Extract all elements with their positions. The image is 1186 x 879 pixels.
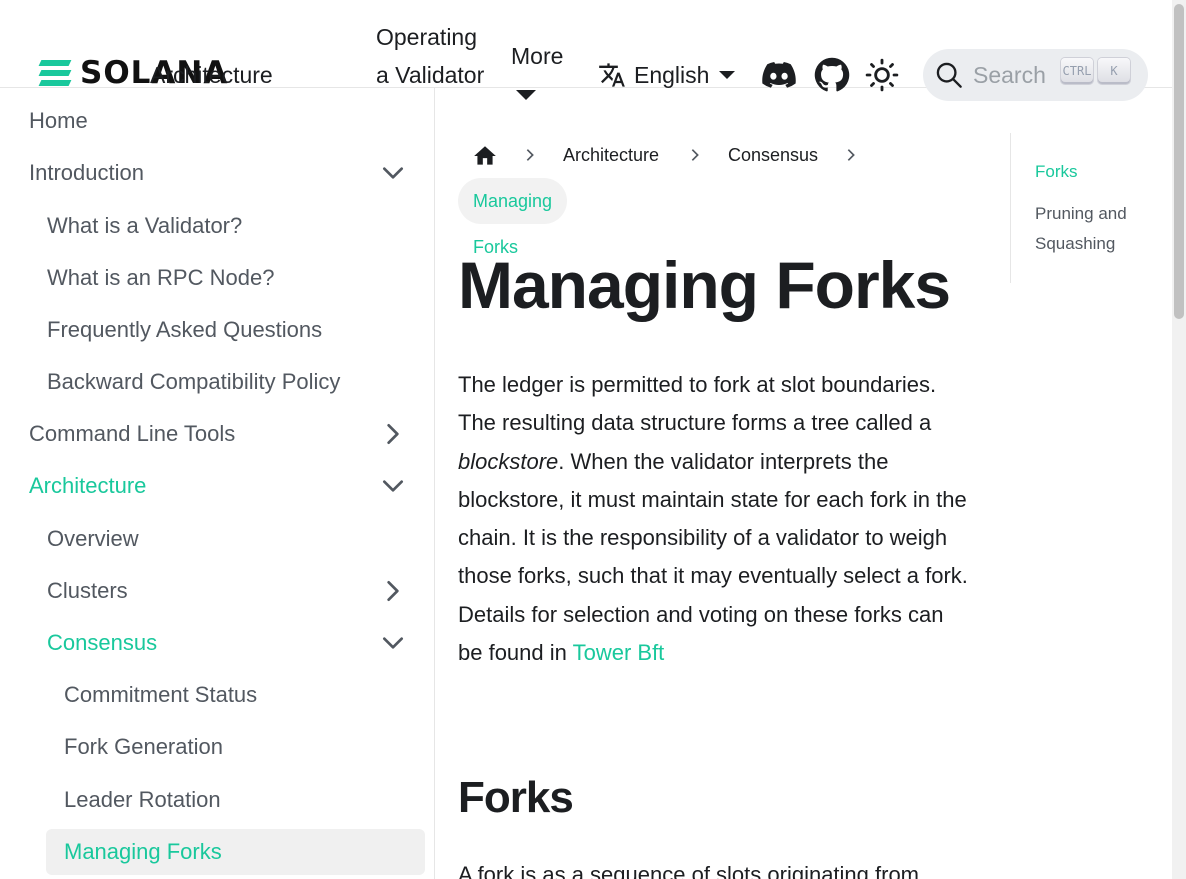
chevron-down-icon[interactable] xyxy=(380,473,406,499)
sidebar-item-leader-rotation[interactable]: Leader Rotation xyxy=(64,785,221,815)
sidebar-item-consensus[interactable]: Consensus xyxy=(47,628,157,658)
sidebar-item-architecture[interactable]: Architecture xyxy=(29,471,146,501)
table-of-contents: Forks Pruning and Squashing xyxy=(1010,133,1160,283)
breadcrumb-separator-icon xyxy=(526,149,534,161)
solana-logo[interactable]: SOLANA xyxy=(38,58,227,89)
sidebar-item-overview[interactable]: Overview xyxy=(47,524,139,554)
navbar: SOLANA Architecture Operating a Validato… xyxy=(0,0,1172,101)
search-icon xyxy=(936,62,962,88)
sidebar-item-what-is-rpc-node[interactable]: What is an RPC Node? xyxy=(47,263,274,293)
toc-item-pruning-squashing[interactable]: Pruning and Squashing xyxy=(1035,199,1155,259)
sidebar-item-faq[interactable]: Frequently Asked Questions xyxy=(47,315,322,345)
sidebar-item-introduction[interactable]: Introduction xyxy=(29,158,144,188)
blockstore-emphasis: blockstore xyxy=(458,448,559,474)
sidebar-item-clusters[interactable]: Clusters xyxy=(47,576,128,606)
forks-paragraph: A fork is as a sequence of slots origina… xyxy=(458,862,920,879)
theme-toggle-sun-icon[interactable] xyxy=(863,56,901,94)
github-icon[interactable] xyxy=(813,56,851,94)
scrollbar-thumb[interactable] xyxy=(1174,4,1184,319)
breadcrumb-separator-icon xyxy=(691,149,699,161)
home-icon[interactable] xyxy=(472,143,498,169)
kbd-k: K xyxy=(1098,58,1130,84)
tower-bft-link[interactable]: Tower Bft xyxy=(573,640,665,665)
language-caret-icon xyxy=(719,71,736,79)
breadcrumb-architecture[interactable]: Architecture xyxy=(563,143,659,167)
toc-item-forks[interactable]: Forks xyxy=(1035,157,1078,187)
sidebar-item-command-line-tools[interactable]: Command Line Tools xyxy=(29,419,235,449)
nav-dropdown-more[interactable]: More xyxy=(511,37,563,75)
translate-icon xyxy=(599,63,625,87)
breadcrumb-consensus[interactable]: Consensus xyxy=(728,143,818,167)
chevron-right-icon[interactable] xyxy=(380,421,406,447)
sidebar-item-managing-forks[interactable]: Managing Forks xyxy=(64,837,222,867)
language-label: English xyxy=(634,62,710,88)
solana-logo-icon xyxy=(38,60,72,86)
forks-heading: Forks xyxy=(458,773,574,822)
sidebar-item-commitment-status[interactable]: Commitment Status xyxy=(64,680,257,710)
search-placeholder: Search xyxy=(973,61,1046,88)
language-dropdown[interactable]: English xyxy=(598,56,736,94)
sidebar-item-backward-compatibility[interactable]: Backward Compatibility Policy xyxy=(47,367,340,397)
intro-paragraph: The ledger is permitted to fork at slot … xyxy=(458,372,968,666)
page-title: Managing Forks xyxy=(458,248,951,322)
discord-icon[interactable] xyxy=(760,56,798,94)
sidebar: Home Introduction What is a Validator? W… xyxy=(0,88,435,879)
chevron-right-icon[interactable] xyxy=(380,578,406,604)
sidebar-item-what-is-validator[interactable]: What is a Validator? xyxy=(47,211,242,241)
nav-link-operating-validator[interactable]: Operating a Validator xyxy=(376,18,486,94)
kbd-ctrl: CTRL xyxy=(1061,58,1093,84)
sidebar-item-fork-generation[interactable]: Fork Generation xyxy=(64,732,223,762)
breadcrumb-separator-icon xyxy=(847,149,855,161)
scrollbar[interactable] xyxy=(1172,0,1186,879)
chevron-down-icon[interactable] xyxy=(380,630,406,656)
more-caret-icon xyxy=(516,90,536,100)
breadcrumb-current: Managing Forks xyxy=(458,178,568,257)
search-button[interactable]: Search CTRL K xyxy=(923,49,1148,101)
chevron-down-icon[interactable] xyxy=(380,160,406,186)
sidebar-item-home[interactable]: Home xyxy=(29,106,88,136)
